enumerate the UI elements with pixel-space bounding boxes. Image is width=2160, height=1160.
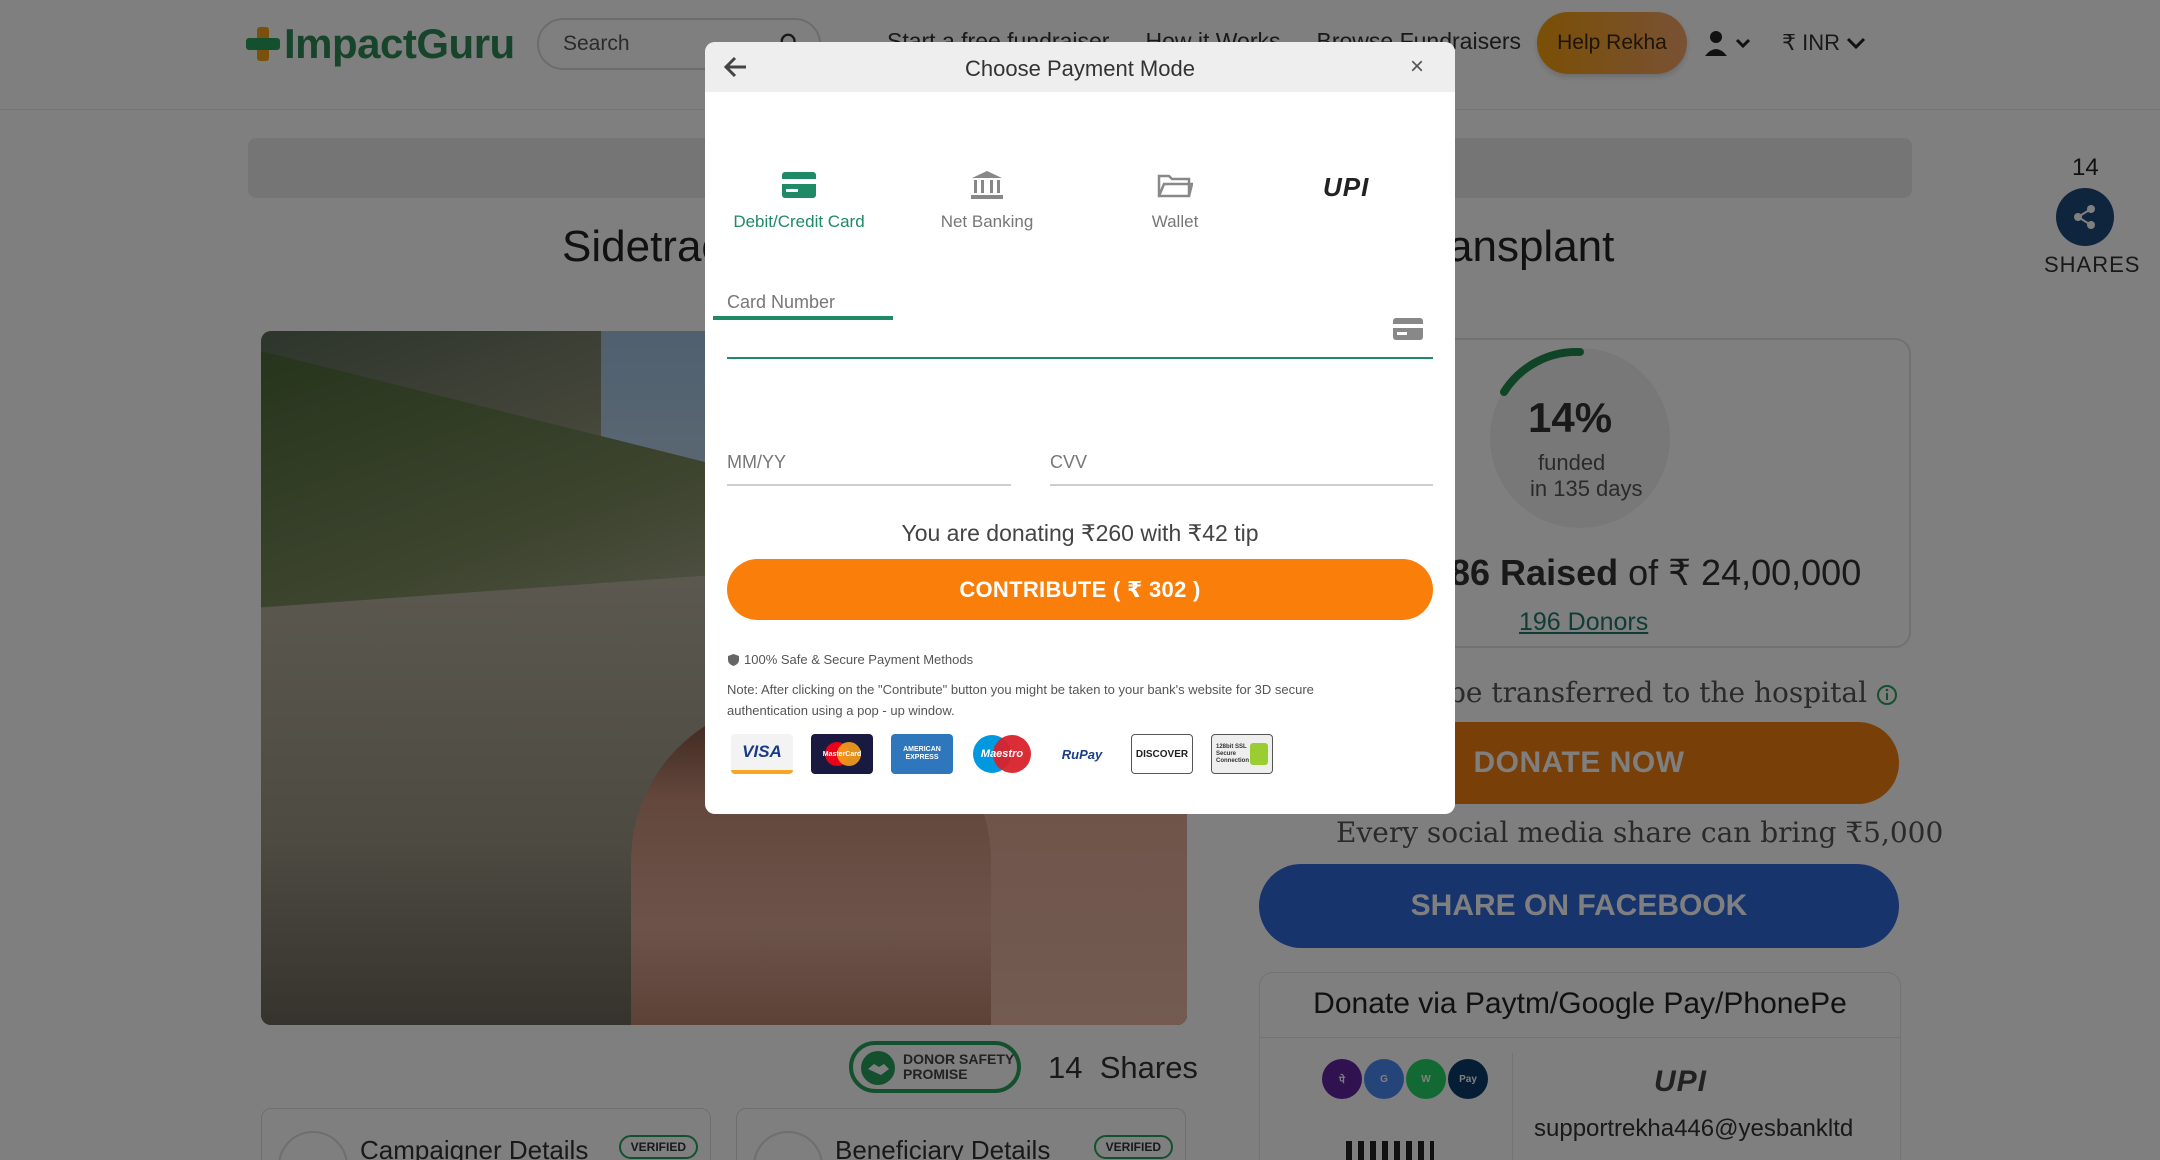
credit-card-icon: [782, 172, 816, 198]
bank-icon: [971, 171, 1003, 199]
amex-logo: AMERICAN EXPRESS: [891, 734, 953, 774]
ssl-secure-label: 128bit SSL Secure Connection: [1216, 743, 1249, 764]
payment-mode-tabs: Debit/Credit Card Net Banking Wallet UPI: [709, 92, 1451, 320]
folder-wallet-icon: [1157, 174, 1193, 198]
secure-payment-label: 100% Safe & Secure Payment Methods: [744, 652, 974, 667]
cvv-underline: [1050, 484, 1433, 486]
card-brand-icon: [1393, 318, 1423, 340]
modal-header: Choose Payment Mode ×: [705, 42, 1455, 92]
tab-upi[interactable]: UPI: [1271, 92, 1451, 272]
accepted-cards: VISA MasterCard AMERICAN EXPRESS Maestro…: [731, 734, 1273, 774]
tab-net-banking[interactable]: Net Banking: [897, 92, 1077, 272]
contribute-button[interactable]: CONTRIBUTE ( ₹ 302 ): [727, 559, 1433, 620]
rupay-logo: RuPay: [1051, 734, 1113, 774]
tab-debit-credit-card[interactable]: Debit/Credit Card: [709, 92, 889, 272]
secure-payment-note: 100% Safe & Secure Payment Methods: [727, 652, 973, 667]
tab-label: Wallet: [1151, 212, 1199, 231]
payment-mode-modal: Choose Payment Mode × Debit/Credit Card …: [705, 42, 1455, 814]
donation-summary: You are donating ₹260 with ₹42 tip: [901, 520, 1259, 546]
visa-logo: VISA: [731, 734, 793, 774]
expiry-underline: [727, 484, 1011, 486]
maestro-label: Maestro: [980, 748, 1024, 760]
modal-title: Choose Payment Mode: [965, 56, 1195, 81]
tab-label: Debit/Credit Card: [733, 212, 865, 231]
upi-tab-logo: UPI: [1323, 172, 1370, 202]
cvv-input[interactable]: CVV: [1050, 452, 1087, 473]
mastercard-label: MasterCard: [822, 750, 862, 758]
mastercard-logo: MasterCard: [811, 734, 873, 774]
card-number-label: Card Number: [727, 292, 836, 312]
expiry-input[interactable]: MM/YY: [727, 452, 786, 473]
tab-label: Net Banking: [940, 212, 1034, 231]
discover-logo: DISCOVER: [1131, 734, 1193, 774]
shield-icon: [728, 653, 739, 666]
ssl-secure-logo: 128bit SSL Secure Connection: [1211, 734, 1273, 774]
card-number-input[interactable]: [727, 357, 1433, 359]
tab-wallet[interactable]: Wallet: [1085, 92, 1265, 272]
close-icon[interactable]: ×: [1410, 55, 1424, 79]
active-tab-indicator: [713, 316, 893, 320]
3d-secure-note: Note: After clicking on the "Contribute"…: [727, 682, 1314, 718]
maestro-logo: Maestro: [971, 734, 1033, 774]
